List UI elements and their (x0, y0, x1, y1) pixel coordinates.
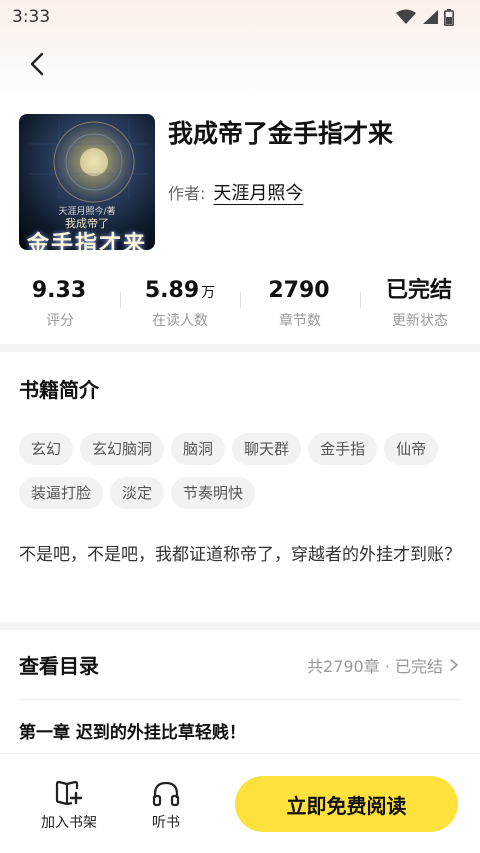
author-row: 作者: 天涯月照今 (168, 179, 303, 205)
status-bar: 3:33 (0, 0, 480, 34)
stat-readers: 5.89 万 在读人数 (120, 278, 240, 330)
stat-rating: 9.33 评分 (0, 278, 120, 330)
stats-row: 9.33 评分 5.89 万 在读人数 2790 章节数 已完结 更新状态 (0, 250, 480, 344)
tag[interactable]: 淡定 (110, 477, 165, 509)
author-label: 作者: (168, 184, 206, 203)
stat-label: 章节数 (279, 313, 321, 329)
catalog-section: 查看目录 共2790章 · 已完结 第一章 迟到的外挂比草轻贱！ (0, 630, 480, 755)
cover-title-text: 金手指才来 (26, 231, 147, 250)
stat-value: 2790 (268, 278, 330, 303)
catalog-meta-text: 共2790章 · 已完结 (307, 656, 443, 676)
first-chapter-item[interactable]: 第一章 迟到的外挂比草轻贱！ (19, 700, 461, 743)
add-to-shelf-button[interactable]: 加入书架 (29, 780, 109, 832)
tag[interactable]: 金手指 (308, 433, 378, 465)
tag[interactable]: 仙帝 (384, 433, 439, 465)
listen-label: 听书 (152, 815, 180, 831)
chevron-right-icon (450, 658, 458, 671)
author-name-link[interactable]: 天涯月照今 (213, 179, 303, 205)
battery-icon (444, 8, 454, 26)
back-button[interactable] (24, 50, 52, 78)
tag[interactable]: 玄幻 (19, 433, 74, 465)
tag[interactable]: 玄幻脑洞 (80, 433, 165, 465)
add-bookshelf-icon (55, 780, 83, 806)
tag[interactable]: 装逼打脸 (19, 477, 104, 509)
catalog-header[interactable]: 查看目录 共2790章 · 已完结 (19, 630, 461, 700)
bottom-action-bar: 加入书架 听书 立即免费阅读 (0, 753, 480, 853)
top-area: 3:33 (0, 0, 480, 100)
read-free-button[interactable]: 立即免费阅读 (235, 776, 458, 832)
status-time: 3:33 (12, 7, 51, 27)
intro-title: 书籍简介 (19, 378, 99, 402)
listen-button[interactable]: 听书 (126, 780, 206, 832)
tag[interactable]: 聊天群 (232, 433, 302, 465)
headphones-icon (152, 781, 180, 807)
stat-label: 更新状态 (392, 313, 448, 329)
stat-value: 已完结 (385, 278, 452, 303)
stat-value: 5.89 万 (144, 278, 216, 303)
stat-chapters: 2790 章节数 (240, 278, 360, 330)
stat-value: 9.33 (31, 278, 87, 303)
chevron-left-icon (30, 52, 44, 76)
stat-label: 评分 (46, 313, 74, 329)
stat-label: 在读人数 (152, 313, 208, 329)
intro-section: 书籍简介 玄幻 玄幻脑洞 脑洞 聊天群 金手指 仙帝 装逼打脸 淡定 节奏明快 … (0, 352, 480, 622)
wifi-icon (396, 9, 416, 24)
tag[interactable]: 节奏明快 (171, 477, 256, 509)
book-description: 不是吧，不是吧，我都证道称帝了，穿越者的外挂才到账？ (19, 545, 461, 565)
book-cover[interactable]: 天涯月照今/著 我成帝了 金手指才来 (19, 114, 155, 250)
add-to-shelf-label: 加入书架 (41, 815, 97, 831)
status-icons (396, 8, 454, 26)
stat-status: 已完结 更新状态 (360, 278, 480, 330)
tag[interactable]: 脑洞 (171, 433, 226, 465)
tag-list: 玄幻 玄幻脑洞 脑洞 聊天群 金手指 仙帝 装逼打脸 淡定 节奏明快 (19, 433, 459, 509)
catalog-title: 查看目录 (19, 654, 99, 678)
signal-icon (423, 10, 438, 24)
book-title: 我成帝了金手指才来 (168, 119, 394, 148)
catalog-meta: 共2790章 · 已完结 (307, 653, 461, 677)
